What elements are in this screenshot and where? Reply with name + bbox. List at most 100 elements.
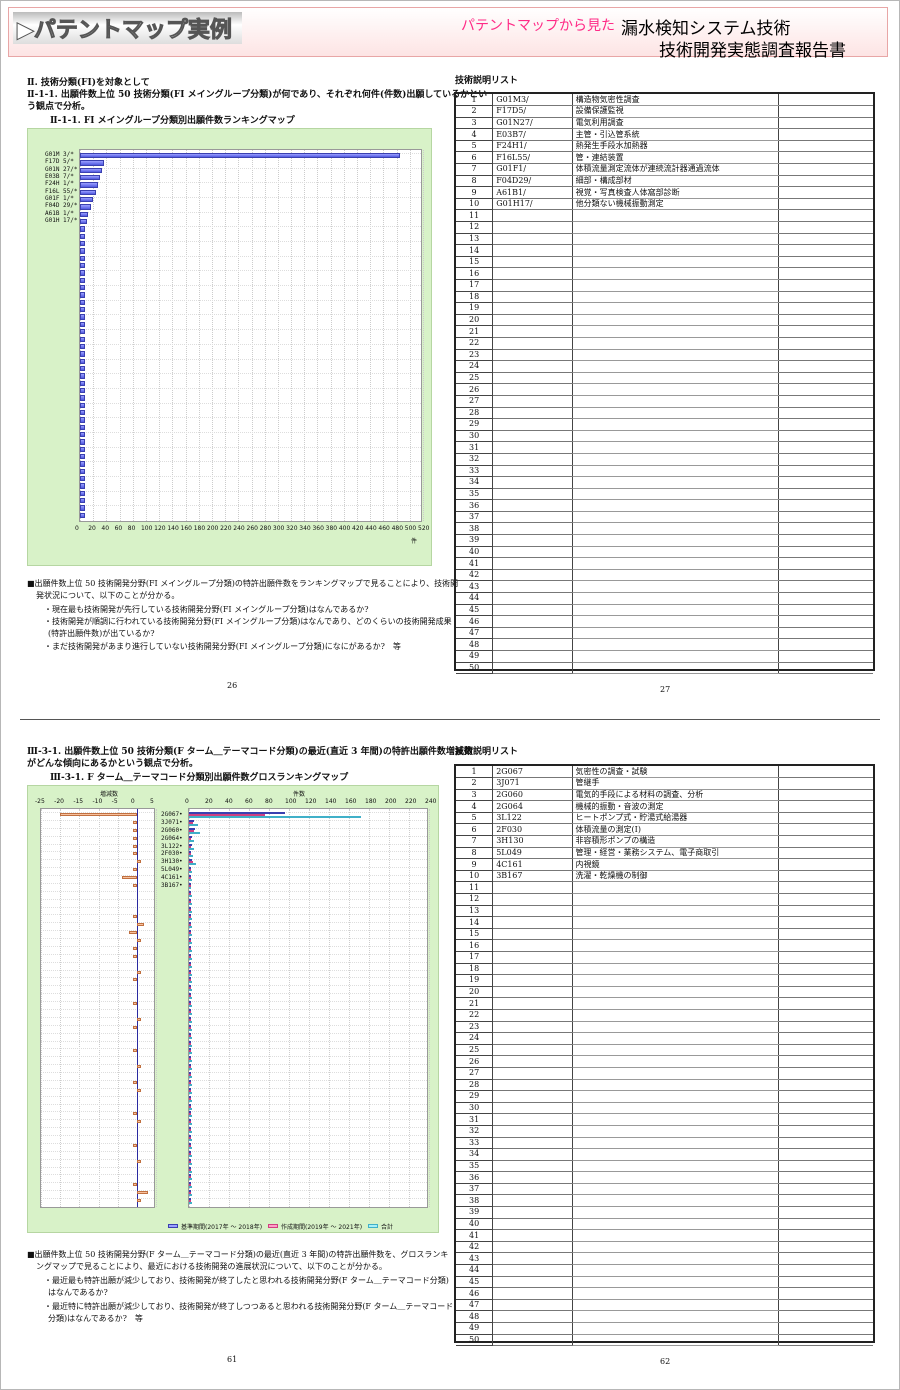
total-bar-40 [189, 1123, 192, 1126]
page-divider [20, 719, 880, 720]
row-extra [777, 1287, 873, 1300]
increase-bar-4 [133, 836, 137, 840]
row-code: G01H17/ [492, 198, 573, 211]
total-bar-17 [189, 942, 192, 945]
row-code [492, 360, 573, 373]
row-number: 30 [456, 430, 494, 443]
row-extra [777, 383, 873, 396]
category-label: 3L122• [161, 842, 183, 850]
list-row: 17 [456, 279, 873, 292]
grid-line-h [80, 402, 421, 404]
bar-10 [80, 219, 87, 225]
row-extra [777, 1299, 873, 1312]
list-row: 45 [456, 1276, 873, 1289]
grid-line-v [249, 809, 250, 1207]
list-row: 9 4C161 内視鏡 [456, 858, 873, 871]
category-label: 3H130• [161, 858, 183, 866]
row-description [572, 974, 779, 987]
row-number: 12 [456, 893, 494, 906]
x-tick-label: 380 [325, 525, 338, 532]
row-number: 22 [456, 1009, 494, 1022]
legend-make-swatch [268, 1224, 278, 1228]
row-extra [777, 638, 873, 651]
total-bar-12 [189, 902, 192, 905]
bar-41 [80, 446, 86, 452]
row-number: 2 [456, 777, 494, 790]
increase-bar-50 [136, 1199, 141, 1203]
category-label: 5L049• [161, 866, 183, 874]
row-description [572, 1113, 779, 1126]
row-description [572, 511, 779, 524]
right-tick-label: 40 [225, 798, 233, 805]
x-tick-label: 140 [167, 525, 179, 532]
total-bar-50 [189, 1202, 192, 1205]
row-number: 20 [456, 314, 494, 327]
total-bar-21 [189, 973, 192, 976]
row-extra [777, 974, 873, 987]
row-description [572, 951, 779, 964]
row-extra [777, 569, 873, 582]
row-extra [777, 302, 873, 315]
page-number-62: 62 [660, 1357, 671, 1366]
total-bar-22 [189, 981, 192, 984]
row-code [492, 1276, 573, 1289]
row-code [492, 1102, 573, 1115]
grid-line-v [264, 150, 266, 521]
row-code [492, 939, 573, 952]
row-extra [777, 430, 873, 443]
row-extra [777, 905, 873, 918]
row-code: 2G064 [492, 800, 573, 813]
list-row: 46 [456, 615, 873, 628]
row-extra [777, 881, 873, 895]
grid-line-h [189, 1111, 427, 1113]
grid-line-h [80, 285, 421, 287]
right-tick-label: 100 [285, 798, 297, 805]
row-description [572, 221, 779, 234]
row-number: 13 [456, 233, 494, 246]
row-extra [777, 592, 873, 605]
row-number: 45 [456, 1276, 494, 1289]
row-description [572, 337, 779, 350]
grid-line-h [189, 882, 427, 884]
row-code [492, 1125, 573, 1138]
grid-line-h [80, 299, 421, 301]
total-bar-49 [189, 1194, 192, 1197]
right-tick-label: 140 [325, 798, 337, 805]
x-tick-label: 20 [88, 525, 96, 532]
row-code [492, 1206, 573, 1219]
note2-bullet-2: ・最近特に特許出願が減少しており、技術開発が終了しつつあると思われる技術開発分野… [44, 1302, 454, 1311]
row-description [572, 465, 779, 478]
list-row: 10 3B167 洗濯・乾燥機の制御 [456, 870, 873, 883]
increase-bar-31 [133, 1049, 137, 1053]
note2-bullet-1: ・最近最も特許出願が減少しており、技術開発が終了したと思われる技術開発分野(F … [44, 1276, 449, 1285]
row-description: 他分類ない機械振動測定 [572, 198, 779, 211]
grid-line-h [189, 875, 427, 877]
list-row: 7 3H130 非容積形ポンプの構造 [456, 835, 873, 848]
bar-42 [80, 453, 86, 460]
increase-bar-22 [133, 978, 137, 982]
grid-line-h [80, 387, 421, 389]
total-bar-34 [189, 1076, 192, 1079]
row-code [492, 1241, 573, 1254]
row-extra [777, 812, 873, 825]
row-extra [777, 499, 873, 512]
grid-line-v [209, 809, 210, 1207]
x-tick-label: 340 [299, 525, 311, 532]
x-tick-label: 260 [246, 525, 258, 532]
bar-label: A61B 1/* [45, 209, 74, 217]
bar-45 [80, 475, 86, 482]
row-extra [777, 1310, 873, 1323]
bar-3 [80, 167, 103, 173]
row-extra [777, 1044, 873, 1057]
row-number: 11 [456, 881, 494, 895]
row-description [572, 1090, 779, 1103]
list-row: 27 [456, 395, 873, 408]
row-extra [777, 1102, 873, 1115]
grid-line-h [80, 505, 421, 507]
x-tick-label: 280 [259, 525, 272, 532]
row-code [492, 1009, 573, 1022]
total-bar-33 [189, 1068, 192, 1071]
row-extra [777, 117, 873, 130]
row-number: 12 [456, 221, 494, 234]
grid-line-h [189, 1198, 427, 1200]
